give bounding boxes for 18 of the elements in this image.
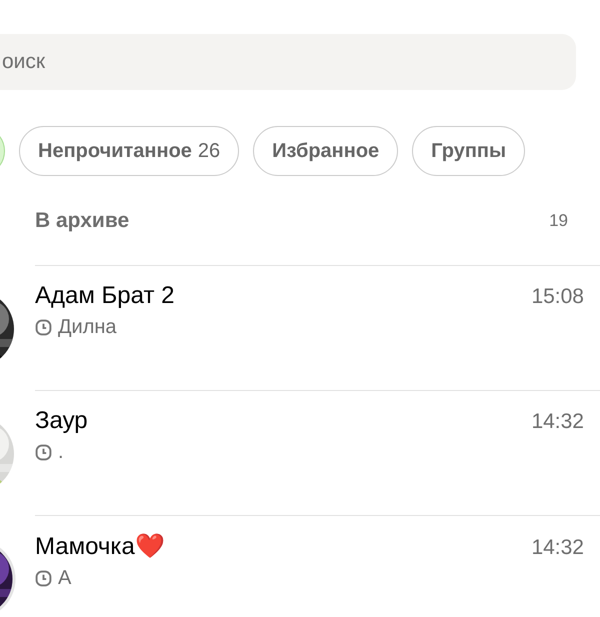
chat-name[interactable]: Адам Брат 2 — [35, 282, 174, 310]
message-preview: . — [58, 441, 64, 464]
clock-icon — [35, 319, 52, 336]
chat-name[interactable]: Заур — [35, 407, 88, 435]
archived-count: 19 — [549, 210, 568, 230]
message-preview: Дилна — [58, 316, 117, 339]
chat-time: 14:32 — [531, 410, 584, 434]
filter-chip[interactable]: Непрочитанное 26 — [19, 126, 240, 176]
clock-icon — [35, 444, 52, 461]
search-field[interactable]: оиск — [0, 34, 576, 90]
filter-chip[interactable]: Группы — [412, 126, 526, 176]
chat-time: 15:08 — [531, 285, 584, 309]
clock-icon — [35, 570, 52, 587]
filter-chip[interactable]: Избранное — [253, 126, 398, 176]
chat-time: 14:32 — [531, 536, 584, 560]
chat-name[interactable]: Мамочка❤ — [35, 532, 165, 561]
archived-label[interactable]: В архиве — [35, 208, 130, 232]
message-preview: А — [58, 567, 72, 590]
